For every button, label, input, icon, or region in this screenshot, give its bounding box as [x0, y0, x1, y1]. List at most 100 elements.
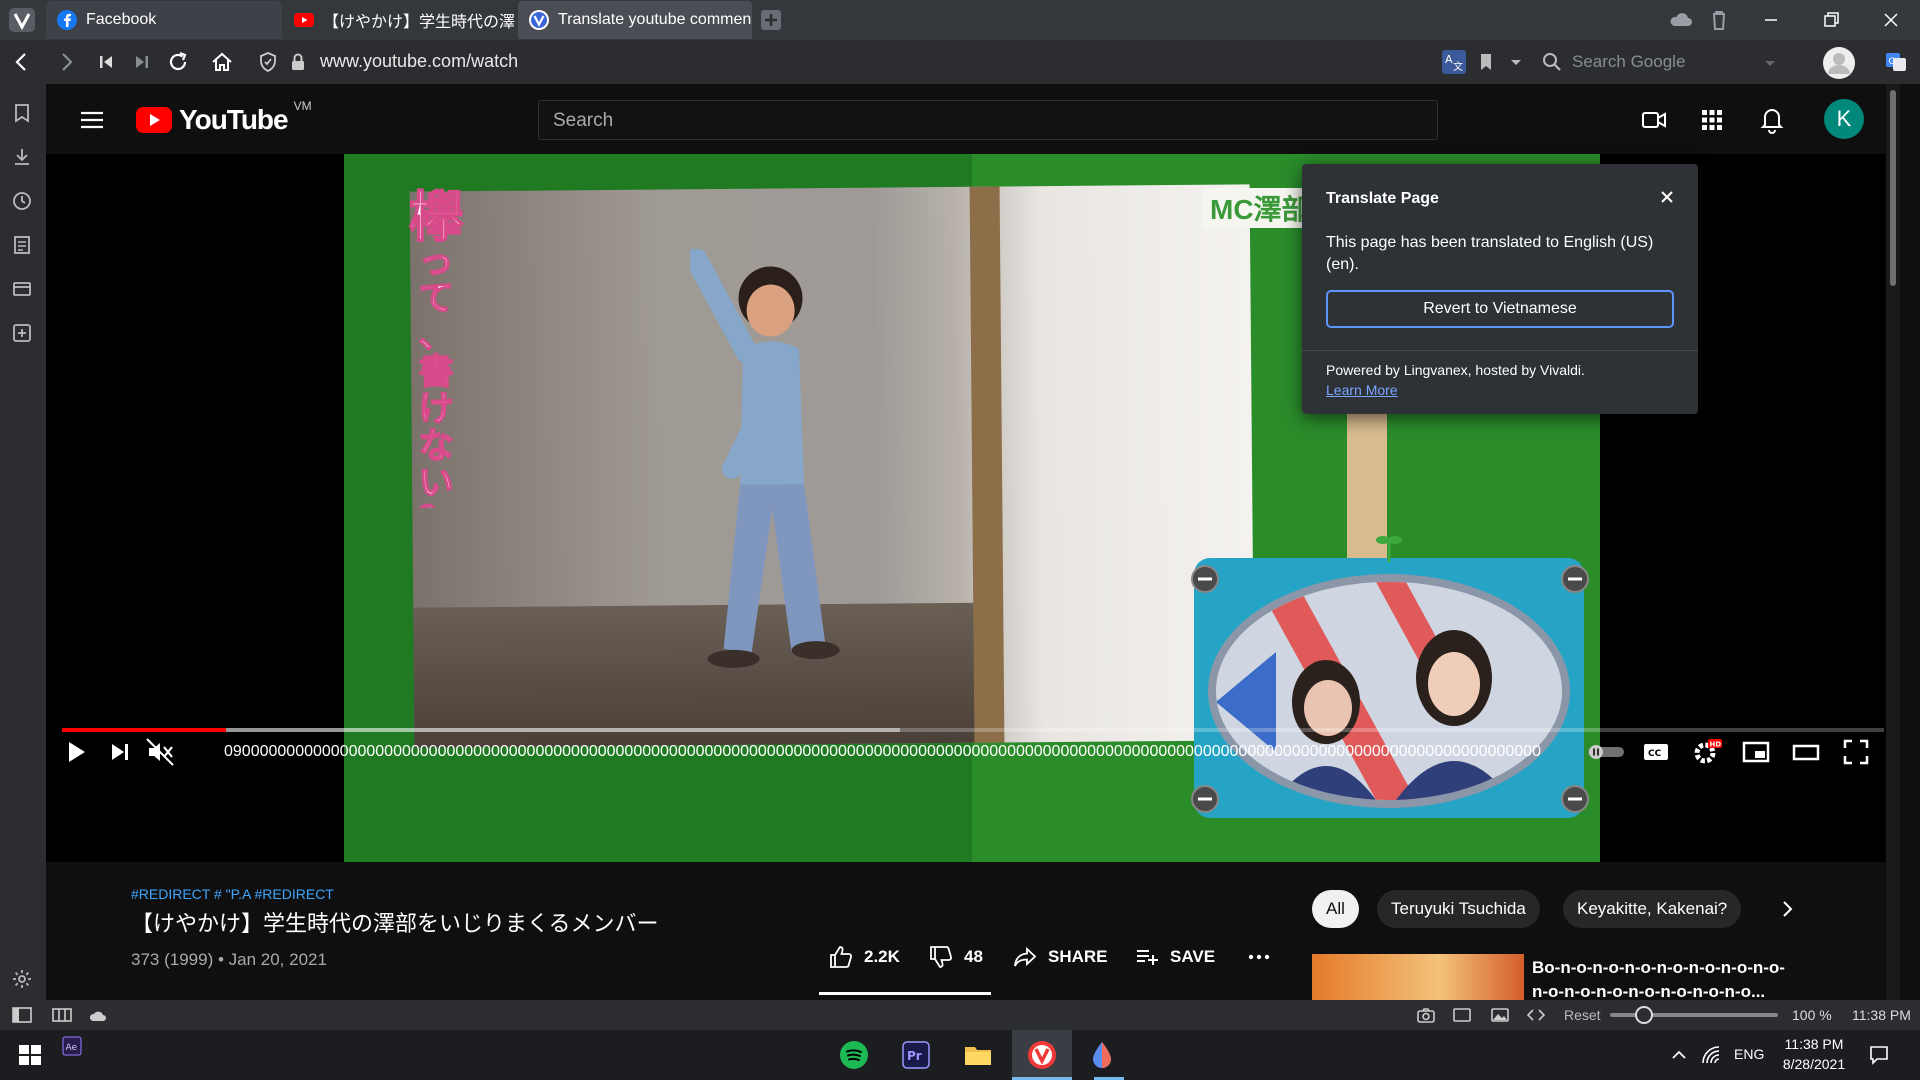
- fullscreen-button[interactable]: [1840, 736, 1872, 768]
- vivaldi-taskbar-icon: [1028, 1041, 1056, 1069]
- after-effects-icon[interactable]: Ae: [62, 1036, 82, 1056]
- tab-tiling-icon[interactable]: [52, 1006, 72, 1024]
- mute-button[interactable]: [144, 736, 176, 768]
- images-toggle-icon[interactable]: [1490, 1006, 1510, 1024]
- profile-avatar-icon[interactable]: [1822, 46, 1856, 80]
- taskbar-active-app[interactable]: [1012, 1030, 1072, 1080]
- premiere-pro-icon[interactable]: Pr: [900, 1039, 932, 1071]
- related-video-thumbnail[interactable]: [1312, 954, 1524, 1000]
- save-button[interactable]: SAVE: [1134, 944, 1215, 970]
- chevron-down-icon[interactable]: [1504, 50, 1528, 74]
- site-shield-icon[interactable]: [256, 50, 280, 74]
- dislike-button[interactable]: 48: [928, 944, 983, 970]
- notes-panel-icon[interactable]: [11, 234, 33, 256]
- translate-icon[interactable]: A文: [1442, 50, 1466, 74]
- account-avatar[interactable]: K: [1824, 99, 1864, 139]
- autoplay-toggle[interactable]: [1586, 744, 1626, 760]
- taskbar-date[interactable]: 8/28/2021: [1776, 1056, 1852, 1072]
- lock-icon[interactable]: [286, 50, 310, 74]
- like-button[interactable]: 2.2K: [828, 944, 900, 970]
- settings-button[interactable]: HD: [1690, 736, 1722, 768]
- zoom-slider[interactable]: [1610, 1006, 1778, 1024]
- tab-translate-search[interactable]: Translate youtube commen: [518, 1, 752, 39]
- windows-start-icon[interactable]: [14, 1039, 46, 1071]
- notifications-bell-icon[interactable]: [1758, 104, 1786, 134]
- spotify-icon[interactable]: [838, 1039, 870, 1071]
- related-video-title[interactable]: Bo-n-o-n-o-n-o-n-o-n-o-n-o-n-o-n-o-n-o-n…: [1532, 956, 1792, 1000]
- tab-facebook[interactable]: Facebook: [46, 1, 282, 39]
- scrollbar-thumb[interactable]: [1890, 90, 1896, 286]
- chevron-right-icon[interactable]: [1774, 896, 1800, 922]
- minus-circle-icon: [1561, 785, 1589, 813]
- video-hashtags[interactable]: #REDIRECT # "P.A #REDIRECT: [131, 886, 334, 902]
- vivaldi-menu-icon[interactable]: [8, 7, 36, 33]
- restore-icon[interactable]: [1818, 8, 1844, 32]
- chip-keyakitte[interactable]: Keyakitte, Kakenai?: [1563, 890, 1742, 928]
- zoom-slider-knob[interactable]: [1634, 1006, 1653, 1024]
- language-indicator[interactable]: ENG: [1734, 1046, 1764, 1062]
- play-button[interactable]: [60, 736, 92, 768]
- theater-mode-button[interactable]: [1790, 736, 1822, 768]
- create-video-icon[interactable]: [1640, 106, 1668, 134]
- new-tab-button[interactable]: [760, 9, 782, 31]
- revert-button[interactable]: Revert to Vietnamese: [1326, 290, 1674, 328]
- chevron-down-icon[interactable]: [1762, 55, 1778, 71]
- panel-toggle-icon[interactable]: [12, 1006, 32, 1024]
- bookmarks-panel-icon[interactable]: [11, 102, 33, 124]
- childhood-photo: [409, 184, 1255, 748]
- notification-center-icon[interactable]: [1868, 1044, 1890, 1066]
- settings-gear-icon[interactable]: [11, 968, 33, 990]
- child-figure: [690, 248, 840, 668]
- url-field[interactable]: www.youtube.com/watch: [320, 51, 518, 72]
- search-icon: [1543, 53, 1561, 71]
- cloud-sync-icon[interactable]: [1668, 8, 1694, 32]
- forward-icon[interactable]: [54, 50, 78, 74]
- youtube-search-input[interactable]: Search: [538, 100, 1438, 140]
- caption-glyph: て: [419, 279, 454, 319]
- page-actions-icon[interactable]: [1526, 1006, 1546, 1024]
- next-button[interactable]: [104, 736, 136, 768]
- share-button[interactable]: SHARE: [1012, 944, 1108, 970]
- browser-status-bar: Reset 100 % 11:38 PM: [0, 1000, 1920, 1030]
- capture-camera-icon[interactable]: [1416, 1006, 1436, 1024]
- chevron-up-icon[interactable]: [1668, 1044, 1690, 1066]
- tab-youtube-video[interactable]: 【けやかけ】学生時代の澤: [283, 1, 517, 39]
- inset-oval: [1208, 574, 1570, 808]
- chip-teruyuki[interactable]: Teruyuki Tsuchida: [1377, 890, 1540, 928]
- more-actions-button[interactable]: [1246, 944, 1282, 970]
- history-panel-icon[interactable]: [11, 190, 33, 212]
- close-icon[interactable]: [1658, 188, 1676, 206]
- svg-text:Ae: Ae: [66, 1043, 78, 1053]
- fast-forward-icon[interactable]: [130, 50, 154, 74]
- home-icon[interactable]: [210, 50, 234, 74]
- minimize-icon[interactable]: [1758, 8, 1784, 32]
- file-explorer-icon[interactable]: [962, 1039, 994, 1071]
- downloads-panel-icon[interactable]: [11, 146, 33, 168]
- miniplayer-button[interactable]: [1740, 736, 1772, 768]
- youtube-logo[interactable]: YouTube VM: [135, 99, 312, 136]
- back-icon[interactable]: [10, 50, 34, 74]
- zoom-reset[interactable]: Reset: [1564, 1007, 1601, 1023]
- chip-all[interactable]: All: [1312, 890, 1359, 928]
- progress-bar[interactable]: [62, 728, 1884, 732]
- apps-grid-icon[interactable]: [1698, 106, 1726, 134]
- learn-more-link[interactable]: Learn More: [1326, 380, 1585, 400]
- bookmark-icon[interactable]: [1474, 50, 1498, 74]
- hamburger-menu-icon[interactable]: [78, 108, 106, 132]
- subtitles-button[interactable]: CC: [1640, 736, 1672, 768]
- search-engine-field[interactable]: Search Google: [1536, 47, 1782, 77]
- reload-icon[interactable]: [166, 50, 190, 74]
- close-window-icon[interactable]: [1878, 8, 1904, 32]
- color-drop-app-icon[interactable]: [1086, 1039, 1118, 1071]
- trash-icon[interactable]: [1706, 8, 1732, 32]
- add-web-panel-icon[interactable]: [11, 322, 33, 344]
- rewind-icon[interactable]: [94, 50, 118, 74]
- window-panel-icon[interactable]: [11, 278, 33, 300]
- page-scrollbar[interactable]: [1886, 84, 1900, 1000]
- country-code: VM: [293, 99, 312, 113]
- sync-cloud-icon[interactable]: [88, 1006, 108, 1024]
- taskbar-time[interactable]: 11:38 PM: [1776, 1036, 1852, 1052]
- wifi-icon[interactable]: [1700, 1044, 1722, 1066]
- translate-extension-icon[interactable]: G: [1884, 50, 1908, 74]
- window-frame-icon[interactable]: [1452, 1006, 1472, 1024]
